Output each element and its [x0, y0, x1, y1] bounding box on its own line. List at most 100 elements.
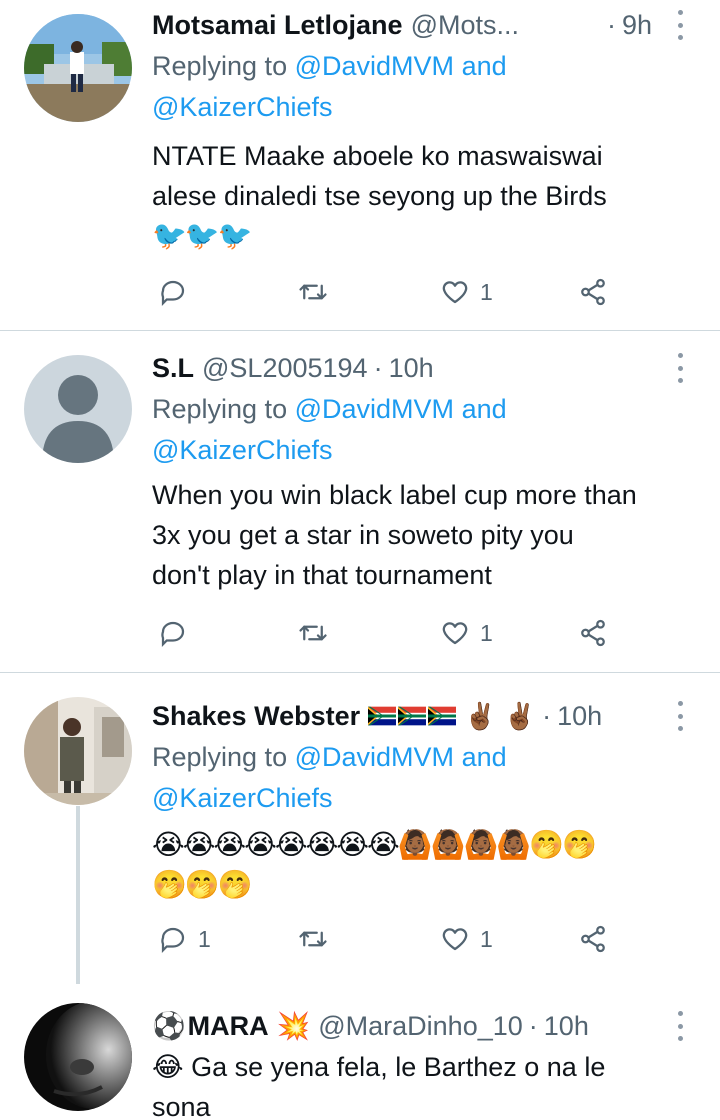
share-button[interactable] — [578, 919, 608, 959]
separator-dot: · — [373, 352, 383, 383]
tweet-4[interactable]: ⚽ MARA 💥 @MaraDinho_10 · 10h 😂 Ga se yen… — [0, 1003, 720, 1120]
timestamp[interactable]: 10h — [389, 353, 434, 384]
reply-button[interactable] — [158, 613, 198, 653]
tweet-text: When you win black label cup more than 3… — [152, 475, 696, 595]
like-button[interactable]: 1 — [440, 613, 493, 653]
author-handle[interactable]: @SL2005194 — [202, 353, 368, 384]
tweet-text-line: alese dinaledi tse seyong up the Birds — [152, 181, 607, 211]
reply-count: 1 — [198, 925, 211, 952]
replying-to-label: Replying to — [152, 394, 288, 424]
tweet-emoji-line: 🐦🐦🐦 — [152, 220, 253, 251]
replying-to: Replying to @DavidMVM and @KaizerChiefs — [152, 389, 696, 471]
timestamp[interactable]: 10h — [557, 701, 602, 732]
avatar[interactable] — [24, 14, 132, 122]
like-button[interactable]: 1 — [440, 272, 493, 312]
south-africa-flag-icon — [368, 706, 397, 726]
mention-and[interactable]: and — [462, 51, 507, 81]
share-button[interactable] — [578, 613, 608, 653]
replying-to: Replying to @DavidMVM and @KaizerChiefs — [152, 737, 696, 819]
like-count: 1 — [480, 278, 493, 305]
tweet-header: S.L @SL2005194 · 10h — [152, 347, 696, 389]
author-handle[interactable]: @MaraDinho_10 — [318, 1011, 523, 1042]
reply-bubble-icon — [161, 621, 185, 647]
name-flags — [368, 706, 457, 726]
tweet-actions: 1 — [152, 272, 632, 312]
timestamp[interactable]: 9h — [622, 10, 652, 41]
replying-to-label: Replying to — [152, 51, 288, 81]
tweet-text-line: NTATE Maake aboele ko maswaiswai — [152, 141, 603, 171]
mention-link[interactable]: @DavidMVM — [295, 51, 454, 81]
avatar-default[interactable] — [24, 355, 132, 463]
tweet-emoji-line: 😭😭😭😭😭😭😭😭🙆🏾🙆🏾🙆🏾🙆🏾🤭🤭 — [152, 829, 597, 860]
victory-hand-emoji: ✌🏾 ✌🏾 — [464, 701, 537, 731]
separator-dot: · — [606, 9, 616, 40]
replying-to: Replying to @DavidMVM and @KaizerChiefs — [152, 46, 696, 128]
retweet-button[interactable] — [298, 613, 338, 653]
more-vertical-icon[interactable] — [668, 1011, 692, 1041]
tweet-text: NTATE Maake aboele ko maswaiswai alese d… — [152, 136, 696, 256]
author-name[interactable]: MARA — [188, 1011, 269, 1042]
tweet-emoji-line: 🤭🤭🤭 — [152, 869, 253, 900]
soccer-ball-emoji: ⚽ — [152, 1011, 186, 1041]
retweet-icon — [299, 931, 327, 947]
more-vertical-icon[interactable] — [668, 10, 692, 40]
mention-and[interactable]: and — [462, 742, 507, 772]
retweet-icon — [299, 284, 327, 300]
heart-icon — [442, 928, 468, 951]
avatar[interactable] — [24, 697, 132, 805]
tweet-2[interactable]: S.L @SL2005194 · 10h Replying to @DavidM… — [0, 331, 720, 672]
tweet-header: Shakes Webster ✌🏾 ✌🏾 · 10h — [152, 695, 696, 737]
more-vertical-icon[interactable] — [668, 701, 692, 731]
south-africa-flag-icon — [428, 706, 457, 726]
tweet-actions: 1 — [152, 613, 632, 653]
author-name[interactable]: S.L — [152, 353, 194, 384]
share-icon — [581, 278, 605, 306]
author-handle[interactable]: @Mots... — [411, 10, 519, 41]
mention-link[interactable]: @DavidMVM — [295, 742, 454, 772]
tweet-text-line-content: Ga se yena fela, le Barthez o na le — [191, 1052, 606, 1082]
avatar[interactable] — [24, 1003, 132, 1111]
share-icon — [581, 925, 605, 953]
south-africa-flag-icon — [398, 706, 427, 726]
mention-and[interactable]: and — [462, 394, 507, 424]
author-name[interactable]: Shakes Webster — [152, 701, 360, 732]
reply-button[interactable]: 1 — [158, 919, 211, 959]
author-name[interactable]: Motsamai Letlojane — [152, 10, 403, 41]
tweet-text-line: 😂 Ga se yena fela, le Barthez o na le — [152, 1047, 696, 1087]
separator-dot: · — [528, 1010, 538, 1041]
share-icon — [581, 619, 605, 647]
heart-icon — [442, 622, 468, 645]
retweet-button[interactable] — [298, 272, 338, 312]
tweet-text: 😭😭😭😭😭😭😭😭🙆🏾🙆🏾🙆🏾🙆🏾🤭🤭 🤭🤭🤭 — [152, 825, 696, 905]
mention-link[interactable]: @KaizerChiefs — [152, 92, 332, 122]
timestamp[interactable]: 10h — [544, 1011, 589, 1042]
tweet-text-line: When you win black label cup more than — [152, 480, 637, 510]
tears-of-joy-emoji: 😂 — [152, 1052, 184, 1082]
replying-to-label: Replying to — [152, 742, 288, 772]
retweet-icon — [299, 625, 327, 641]
share-button[interactable] — [578, 272, 608, 312]
tweet-text: 😂 Ga se yena fela, le Barthez o na le so… — [152, 1047, 696, 1120]
tweet-text-line: 3x you get a star in soweto pity you — [152, 520, 574, 550]
tweet-header: ⚽ MARA 💥 @MaraDinho_10 · 10h — [152, 1005, 696, 1047]
mention-link[interactable]: @KaizerChiefs — [152, 783, 332, 813]
separator-dot: · — [542, 700, 552, 731]
reply-bubble-icon — [161, 280, 185, 306]
collision-emoji: 💥 — [276, 1011, 311, 1041]
reply-bubble-icon — [161, 927, 185, 953]
mention-link[interactable]: @DavidMVM — [295, 394, 454, 424]
heart-icon — [442, 281, 468, 304]
tweet-header: Motsamai Letlojane @Mots... · 9h — [152, 4, 696, 46]
mention-link[interactable]: @KaizerChiefs — [152, 435, 332, 465]
tweet-text-line: don't play in that tournament — [152, 560, 492, 590]
tweet-1[interactable]: Motsamai Letlojane @Mots... · 9h Replyin… — [0, 0, 720, 330]
like-button[interactable]: 1 — [440, 919, 493, 959]
more-vertical-icon[interactable] — [668, 353, 692, 383]
like-count: 1 — [480, 619, 493, 646]
tweet-actions: 1 1 — [152, 919, 632, 959]
reply-button[interactable] — [158, 272, 198, 312]
tweet-3[interactable]: Shakes Webster ✌🏾 ✌🏾 · 10h Replying to @… — [0, 673, 720, 1003]
tweet-text-line: sona — [152, 1092, 211, 1120]
retweet-button[interactable] — [298, 919, 338, 959]
like-count: 1 — [480, 925, 493, 952]
